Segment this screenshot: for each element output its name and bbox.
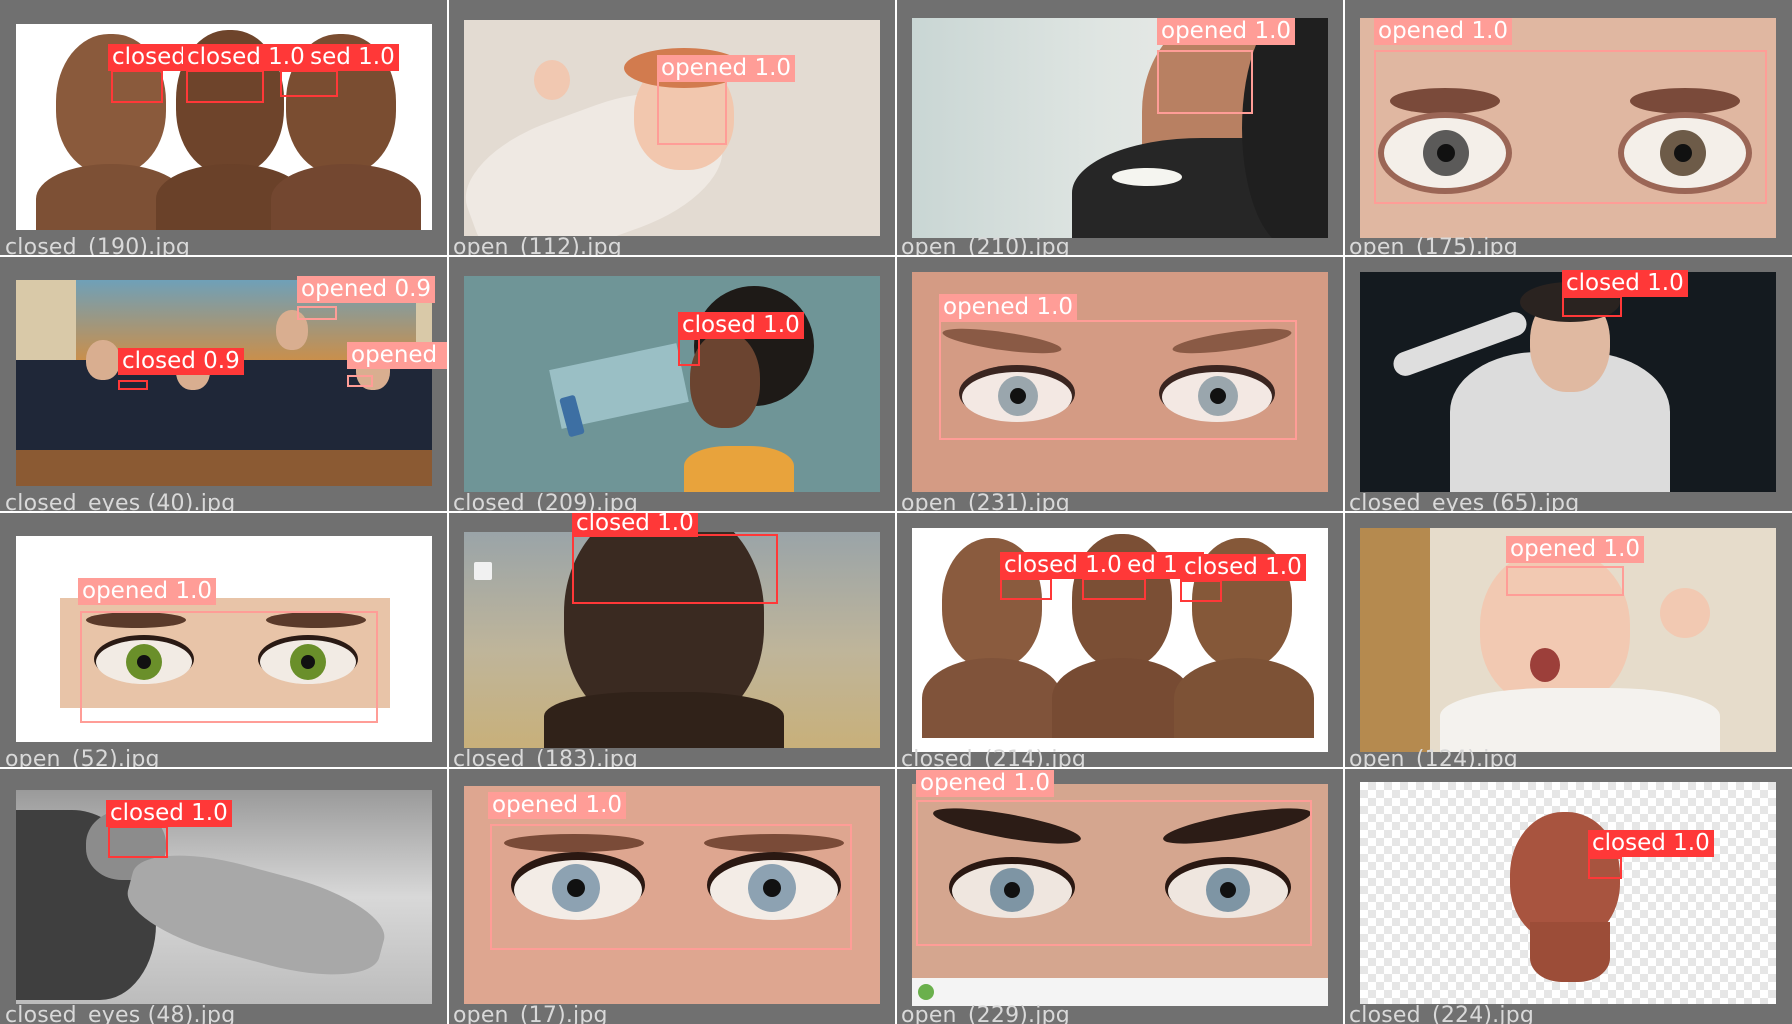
detection-label: closed 0.9	[118, 348, 244, 375]
bbox-opened	[347, 375, 373, 387]
detection-label: opened 1.0	[657, 55, 796, 82]
bbox-opened	[1374, 50, 1767, 204]
image-tile[interactable]: closed 1.0 closed_(209).jpg	[448, 256, 896, 512]
detection-label: closed 1.0	[106, 800, 232, 827]
image-tile[interactable]: opened 1.0 open_(175).jpg	[1344, 0, 1792, 256]
detection-label: opened 1.0	[1157, 18, 1296, 45]
filename-label: closed_eyes (48).jpg	[5, 1003, 236, 1024]
photo-woman-with-phone	[464, 276, 880, 492]
bbox-closed	[108, 826, 168, 858]
bbox-opened	[939, 320, 1297, 440]
bbox-closed	[1000, 578, 1052, 600]
filename-label: closed_(224).jpg	[1349, 1003, 1535, 1024]
detection-label: opened 1.0	[78, 578, 217, 605]
image-tile[interactable]: opened 1.0 open_(52).jpg	[0, 512, 448, 768]
bbox-closed	[1180, 580, 1222, 602]
filename-label: closed_(183).jpg	[453, 747, 639, 769]
bbox-opened	[490, 824, 852, 950]
detection-label: opened 1.0	[1506, 536, 1645, 563]
image-tile[interactable]: closed 1.0 closed_eyes (65).jpg	[1344, 256, 1792, 512]
detection-label: opened 0.9	[297, 276, 436, 303]
detection-label: opened 1.0	[916, 770, 1055, 797]
bbox-closed	[1562, 296, 1622, 317]
detection-label: opened 1.0	[939, 294, 1078, 321]
grid-gutter	[0, 255, 1792, 257]
image-tile[interactable]: opened 1.0 open_(17).jpg	[448, 768, 896, 1024]
bbox-closed	[678, 338, 700, 366]
photo-bald-head-transparent	[1360, 782, 1776, 1004]
bbox-opened	[297, 306, 337, 320]
detection-label: closed 1.0	[1180, 554, 1306, 581]
filename-label: open_(210).jpg	[901, 235, 1070, 257]
image-tile[interactable]: opened 1.0 open_(231).jpg	[896, 256, 1344, 512]
filename-label: closed_(190).jpg	[5, 235, 191, 257]
detection-label: closed 1.0	[183, 44, 309, 71]
bbox-closed	[1588, 857, 1622, 879]
bbox-opened	[657, 76, 727, 145]
bbox-closed	[1082, 578, 1146, 600]
filename-label: open_(17).jpg	[453, 1003, 608, 1024]
image-tile[interactable]: opened 1.0 open_(124).jpg	[1344, 512, 1792, 768]
filename-label: open_(52).jpg	[5, 747, 160, 769]
bbox-closed	[118, 380, 148, 390]
image-tile[interactable]: opened 1.0 open_(229).jpg	[896, 768, 1344, 1024]
filename-label: closed_eyes (65).jpg	[1349, 491, 1580, 513]
image-tile[interactable]: closed 1.0 closed 1.0 closed 1.0 closed_…	[0, 0, 448, 256]
detection-label: closed 1.0	[572, 512, 698, 537]
grid-gutter	[0, 767, 1792, 769]
bbox-closed	[572, 534, 778, 604]
detection-label: closed 1.0	[1562, 270, 1688, 297]
bbox-opened	[80, 611, 378, 723]
image-tile[interactable]: opened 1.0 open_(112).jpg	[448, 0, 896, 256]
detection-label: closed 1.0	[1000, 552, 1126, 579]
filename-label: open_(229).jpg	[901, 1003, 1070, 1024]
grid-gutter	[0, 511, 1792, 513]
filename-label: closed_(209).jpg	[453, 491, 639, 513]
detection-label: closed 1.0	[678, 312, 804, 339]
detection-label: opened 1.0	[347, 342, 448, 369]
bbox-opened	[916, 800, 1312, 946]
detection-label: opened 1.0	[488, 792, 627, 819]
bbox-opened	[1506, 566, 1624, 596]
image-tile[interactable]: opened 0.9 closed 0.9 opened 1.0 closed_…	[0, 256, 448, 512]
image-tile[interactable]: closed 1.0 closed_(224).jpg	[1344, 768, 1792, 1024]
image-tile[interactable]: opened 1.0 open_(210).jpg	[896, 0, 1344, 256]
image-tile[interactable]: closed 1.0 closed 1.0 closed 1.0 closed_…	[896, 512, 1344, 768]
filename-label: closed_eyes (40).jpg	[5, 491, 236, 513]
image-tile[interactable]: closed 1.0 closed_eyes (48).jpg	[0, 768, 448, 1024]
detection-label: opened 1.0	[1374, 18, 1513, 45]
bbox-closed	[186, 70, 264, 103]
filename-label: closed_(214).jpg	[901, 747, 1087, 769]
bbox-opened	[1157, 50, 1253, 114]
filename-label: open_(124).jpg	[1349, 747, 1518, 769]
filename-label: open_(112).jpg	[453, 235, 622, 257]
detection-label: closed 1.0	[1588, 830, 1714, 857]
photo-man-looking-up	[912, 18, 1328, 238]
stock-watermark-strip	[912, 978, 1328, 1006]
filename-label: open_(231).jpg	[901, 491, 1070, 513]
image-tile[interactable]: closed 1.0 closed_(183).jpg	[448, 512, 896, 768]
bbox-closed	[111, 70, 163, 103]
filename-label: open_(175).jpg	[1349, 235, 1518, 257]
bbox-closed	[280, 70, 338, 97]
detection-mosaic: closed 1.0 closed 1.0 closed 1.0 closed_…	[0, 0, 1792, 1024]
